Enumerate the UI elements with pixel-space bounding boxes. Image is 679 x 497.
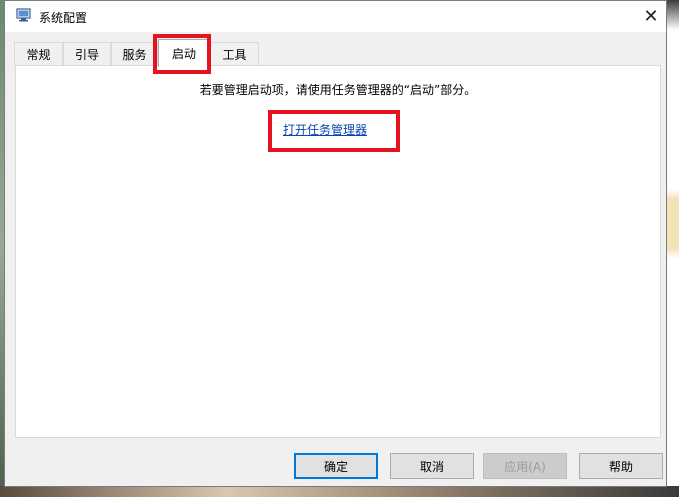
window-title: 系统配置: [39, 11, 88, 25]
help-button[interactable]: 帮助: [579, 453, 663, 479]
tab-general[interactable]: 常规: [14, 42, 63, 66]
desktop-background-right: [667, 0, 679, 497]
desktop-background-bottom: [0, 486, 679, 497]
close-icon[interactable]: ✕: [636, 1, 666, 32]
tab-tools[interactable]: 工具: [210, 42, 259, 66]
tab-boot[interactable]: 引导: [63, 42, 111, 66]
startup-tab-highlight: [153, 34, 211, 74]
ok-button[interactable]: 确定: [294, 453, 378, 479]
startup-info-message: 若要管理启动项，请使用任务管理器的“启动”部分。: [199, 83, 477, 97]
cancel-button[interactable]: 取消: [390, 453, 474, 479]
title-bar[interactable]: 系统配置 ✕: [5, 1, 666, 32]
system-config-window: 系统配置 ✕ 常规 引导 服务 启动 工具 若要管理启动项，请使用任务管理器的“…: [4, 0, 667, 487]
task-manager-link-highlight: [268, 110, 400, 152]
apply-button[interactable]: 应用(A): [483, 453, 567, 479]
system-config-icon: [16, 8, 31, 22]
tab-services[interactable]: 服务: [111, 42, 158, 66]
